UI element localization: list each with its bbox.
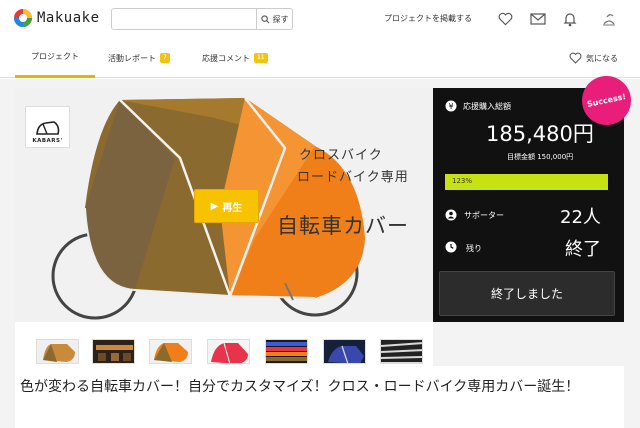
project-tabs: プロジェクト 活動レポート 7 応援コメント 11 気になる (0, 38, 640, 78)
heart-outline-icon (569, 52, 582, 64)
search-button-label: 探す (272, 14, 289, 24)
thumbnail-shop-photo[interactable] (92, 339, 135, 364)
post-project-link[interactable]: プロジェクトを掲載する (384, 13, 472, 24)
total-label: 応援購入総額 (463, 102, 511, 111)
progress-percent: 123% (452, 177, 473, 185)
supporters-value: 22人 (560, 207, 601, 228)
logo-text: Makuake (37, 10, 100, 26)
play-label: 再生 (222, 202, 243, 214)
search-icon (260, 14, 269, 23)
thumbnail-orange-cover[interactable] (149, 339, 192, 364)
thumbnail-cover-photo[interactable] (36, 339, 79, 364)
bell-icon[interactable] (561, 10, 579, 28)
thumbnail-pink-cover[interactable] (207, 339, 250, 364)
heart-icon[interactable] (496, 10, 514, 28)
remaining-value: 終了 (565, 239, 601, 260)
tab-project[interactable]: プロジェクト (15, 38, 95, 78)
user-icon[interactable] (600, 10, 618, 28)
search-button[interactable]: 探す (256, 9, 292, 29)
overlay-text-line1: クロスバイク (299, 148, 383, 163)
clock-icon (445, 241, 457, 253)
brand-name: KABARS' (32, 138, 63, 144)
kabars-mark-icon (35, 121, 59, 135)
total-amount: 185,480円 (486, 122, 594, 146)
tab-comments[interactable]: 応援コメント 11 (202, 38, 268, 78)
project-ended-button[interactable]: 終了しました (439, 271, 615, 316)
progress-bar: 123% (445, 174, 608, 190)
search-box: 探す (111, 8, 293, 30)
mail-icon[interactable] (529, 10, 547, 28)
thumbnail-night-photo[interactable] (323, 339, 366, 364)
supporter-icon (445, 209, 457, 221)
project-main-image[interactable]: KABARS' クロスバイク ロードバイク専用 自転車カバー ▶ 再生 (15, 88, 433, 322)
goal-amount: 目標金額 150,000円 (507, 153, 574, 161)
thumbnail-fabric-swatches[interactable] (265, 339, 308, 364)
makuake-logo[interactable]: Makuake (14, 9, 100, 27)
logo-mark-icon (14, 9, 32, 27)
project-title: 色が変わる自転車カバー！自分でカスタマイズ！クロス・ロードバイク専用カバー誕生！ (20, 379, 580, 395)
kabars-logo: KABARS' (25, 106, 70, 148)
reports-count-badge: 7 (160, 53, 170, 63)
search-input[interactable] (112, 9, 256, 29)
yen-icon: ¥ (445, 100, 457, 112)
play-video-button[interactable]: ▶ 再生 (194, 189, 259, 223)
tab-comments-label: 応援コメント (202, 53, 250, 63)
overlay-text-line2: ロードバイク専用 (297, 170, 409, 185)
thumbnail-reflector-strips[interactable] (380, 339, 423, 364)
tab-reports[interactable]: 活動レポート 7 (108, 38, 170, 78)
site-header: Makuake 探す プロジェクトを掲載する (0, 0, 640, 38)
tab-project-label: プロジェクト (31, 52, 79, 61)
play-icon: ▶ (210, 200, 219, 212)
tab-reports-label: 活動レポート (108, 53, 156, 63)
supporters-label: サポーター (464, 211, 504, 220)
comments-count-badge: 11 (254, 53, 268, 63)
favorite-label: 気になる (586, 53, 618, 63)
remaining-label: 残り (466, 244, 482, 253)
overlay-text-line3: 自転車カバー (277, 214, 409, 238)
favorite-button[interactable]: 気になる (569, 52, 618, 64)
svg-text:¥: ¥ (448, 102, 453, 111)
thumbnail-strip (15, 322, 433, 366)
